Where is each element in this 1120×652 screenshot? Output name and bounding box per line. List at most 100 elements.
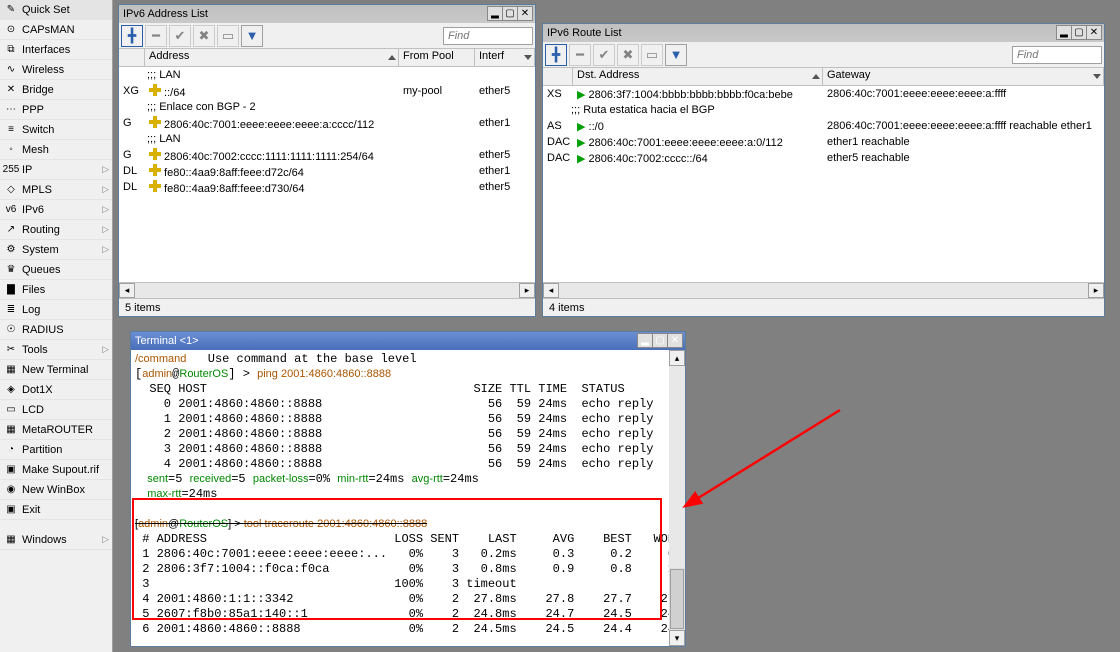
table-row[interactable]: G 2806:40c:7001:eeee:eeee:eeee:a:cccc/11… (119, 115, 535, 131)
col-gateway[interactable]: Gateway (823, 68, 1104, 85)
sidebar-item-lcd[interactable]: ▭LCD (0, 400, 112, 420)
table-row[interactable]: DAC▶ 2806:40c:7002:cccc::/64ether5 reach… (543, 150, 1104, 166)
sidebar-item-partition[interactable]: ◔Partition (0, 440, 112, 460)
close-button[interactable]: ✕ (517, 6, 533, 21)
sidebar-item-mesh[interactable]: ◦Mesh (0, 140, 112, 160)
col-pool[interactable]: From Pool (399, 49, 475, 66)
enable-button[interactable]: ✔ (593, 44, 615, 66)
menu-icon: ♛ (4, 263, 18, 277)
sidebar-item-log[interactable]: ≣Log (0, 300, 112, 320)
sidebar-item-new-terminal[interactable]: ▦New Terminal (0, 360, 112, 380)
menu-icon: ⚙ (4, 243, 18, 257)
filter-button[interactable]: ▼ (241, 25, 263, 47)
add-button[interactable]: ╋ (545, 44, 567, 66)
table-row[interactable]: XG ::/64my-poolether5 (119, 83, 535, 99)
remove-button[interactable]: ━ (145, 25, 167, 47)
sidebar-item-wireless[interactable]: ∿ Wireless (0, 60, 112, 80)
disable-button[interactable]: ✖ (193, 25, 215, 47)
find-input[interactable] (443, 27, 533, 45)
sidebar-item-ipv6[interactable]: v6IPv6▷ (0, 200, 112, 220)
sidebar-item-new-winbox[interactable]: ◉New WinBox (0, 480, 112, 500)
sidebar-item-files[interactable]: ▇Files (0, 280, 112, 300)
sidebar-item-quick-set[interactable]: ✎ Quick Set (0, 0, 112, 20)
sidebar-item-exit[interactable]: ▣Exit (0, 500, 112, 520)
col-flags[interactable] (119, 49, 145, 66)
sidebar-item-label: Wireless (22, 64, 64, 76)
minimize-button[interactable]: ▂ (637, 333, 653, 348)
table-row[interactable]: AS▶ ::/02806:40c:7001:eeee:eeee:eeee:a:f… (543, 118, 1104, 134)
disable-button[interactable]: ✖ (617, 44, 639, 66)
close-button[interactable]: ✕ (667, 333, 683, 348)
scroll-up-icon[interactable]: ▴ (669, 350, 685, 366)
sidebar-item-label: Quick Set (22, 4, 70, 16)
sidebar-item-radius[interactable]: ☉RADIUS (0, 320, 112, 340)
sidebar-item-switch[interactable]: ≡Switch (0, 120, 112, 140)
ipv6-route-window: IPv6 Route List ▂ ▢ ✕ ╋ ━ ✔ ✖ ▭ ▼ Dst. A… (542, 23, 1105, 317)
maximize-button[interactable]: ▢ (652, 333, 668, 348)
sidebar-item-tools[interactable]: ✂Tools▷ (0, 340, 112, 360)
scrollbar-h[interactable]: ◂ ▸ (543, 282, 1104, 298)
sidebar-item-ip[interactable]: 255IP▷ (0, 160, 112, 180)
remove-button[interactable]: ━ (569, 44, 591, 66)
sidebar-windows-label: Windows (22, 534, 67, 546)
menu-icon: ⊙ (4, 23, 18, 37)
maximize-button[interactable]: ▢ (502, 6, 518, 21)
sidebar-item-label: Log (22, 304, 40, 316)
arrow-icon (680, 400, 860, 520)
window-title: Terminal <1> (135, 335, 199, 347)
menu-icon: ✎ (4, 3, 18, 17)
table-row[interactable]: DL fe80::4aa9:8aff:feee:d72c/64ether1 (119, 163, 535, 179)
menu-icon: ∿ (4, 63, 18, 77)
sidebar-item-ppp[interactable]: ⋯PPP (0, 100, 112, 120)
window-titlebar[interactable]: IPv6 Address List ▂ ▢ ✕ (119, 5, 535, 23)
table-row[interactable]: XS▶ 2806:3f7:1004:bbbb:bbbb:bbbb:f0ca:be… (543, 86, 1104, 102)
menu-icon: ⋯ (4, 103, 18, 117)
sidebar-item-label: RADIUS (22, 324, 64, 336)
window-titlebar[interactable]: IPv6 Route List ▂ ▢ ✕ (543, 24, 1104, 42)
route-grid: Dst. Address Gateway XS▶ 2806:3f7:1004:b… (543, 68, 1104, 282)
close-button[interactable]: ✕ (1086, 25, 1102, 40)
comment-button[interactable]: ▭ (641, 44, 663, 66)
find-input[interactable] (1012, 46, 1102, 64)
scroll-left-icon[interactable]: ◂ (543, 283, 559, 298)
minimize-button[interactable]: ▂ (487, 6, 503, 21)
status-bar: 5 items (119, 298, 535, 316)
sidebar-item-system[interactable]: ⚙System▷ (0, 240, 112, 260)
sidebar-item-make-supout.rif[interactable]: ▣Make Supout.rif (0, 460, 112, 480)
col-dst[interactable]: Dst. Address (573, 68, 823, 85)
table-row[interactable]: DAC▶ 2806:40c:7001:eeee:eeee:eeee:a:0/11… (543, 134, 1104, 150)
sidebar-item-routing[interactable]: ↗Routing▷ (0, 220, 112, 240)
scroll-right-icon[interactable]: ▸ (519, 283, 535, 298)
sidebar-item-dot1x[interactable]: ◈Dot1X (0, 380, 112, 400)
scroll-right-icon[interactable]: ▸ (1088, 283, 1104, 298)
scrollbar-h[interactable]: ◂ ▸ (119, 282, 535, 298)
scrollbar-v[interactable]: ▴ ▾ (669, 350, 685, 646)
maximize-button[interactable]: ▢ (1071, 25, 1087, 40)
enable-button[interactable]: ✔ (169, 25, 191, 47)
terminal-output[interactable]: /command Use command at the base level [… (131, 350, 685, 646)
col-flags[interactable] (543, 68, 573, 85)
scroll-down-icon[interactable]: ▾ (669, 630, 685, 646)
table-row[interactable]: DL fe80::4aa9:8aff:feee:d730/64ether5 (119, 179, 535, 195)
sidebar-item-label: Exit (22, 504, 40, 516)
sidebar-item-queues[interactable]: ♛Queues (0, 260, 112, 280)
add-button[interactable]: ╋ (121, 25, 143, 47)
sidebar-item-label: Dot1X (22, 384, 53, 396)
menu-icon: ✂ (4, 343, 18, 357)
col-address[interactable]: Address (145, 49, 399, 66)
sidebar-item-interfaces[interactable]: ⧉Interfaces (0, 40, 112, 60)
col-intf[interactable]: Interf (475, 49, 535, 66)
sidebar-item-bridge[interactable]: ✕Bridge (0, 80, 112, 100)
scroll-left-icon[interactable]: ◂ (119, 283, 135, 298)
filter-button[interactable]: ▼ (665, 44, 687, 66)
minimize-button[interactable]: ▂ (1056, 25, 1072, 40)
comment-button[interactable]: ▭ (217, 25, 239, 47)
sidebar-item-mpls[interactable]: ◇MPLS▷ (0, 180, 112, 200)
sidebar-item-capsman[interactable]: ⊙CAPsMAN (0, 20, 112, 40)
window-titlebar[interactable]: Terminal <1> ▂ ▢ ✕ (131, 332, 685, 350)
menu-icon: ▦ (4, 423, 18, 437)
sidebar-item-metarouter[interactable]: ▦MetaROUTER (0, 420, 112, 440)
scroll-thumb[interactable] (670, 569, 684, 629)
sidebar-windows[interactable]: ▦ Windows ▷ (0, 530, 112, 550)
table-row[interactable]: G 2806:40c:7002:cccc:1111:1111:1111:254/… (119, 147, 535, 163)
